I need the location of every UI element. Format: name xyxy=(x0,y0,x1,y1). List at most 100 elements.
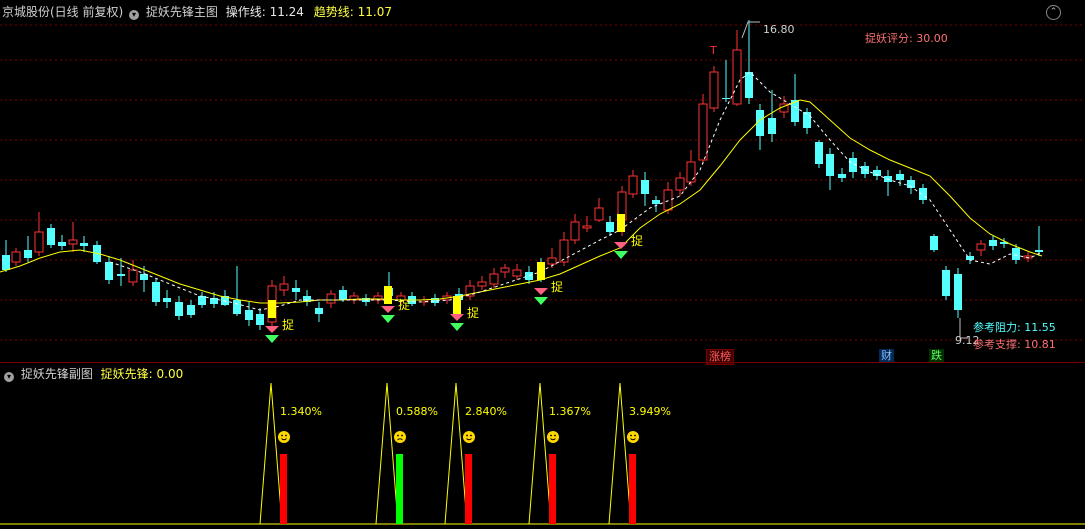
candle[interactable] xyxy=(431,294,439,306)
tag-drop[interactable]: 跌 xyxy=(929,349,944,363)
candle[interactable] xyxy=(989,236,997,250)
candle[interactable] xyxy=(606,216,614,236)
candle[interactable] xyxy=(791,74,799,126)
candle[interactable] xyxy=(686,150,696,186)
candle[interactable] xyxy=(732,30,742,106)
candle[interactable] xyxy=(163,290,171,308)
candle[interactable] xyxy=(465,280,475,300)
sub-signal[interactable]: 1.340% xyxy=(259,382,322,525)
high-pointer xyxy=(741,21,760,39)
main-chart: 捉捉捉捉捉 16.80 T 9.12 捉妖评分: 30.00 参考阻力: 11.… xyxy=(0,20,1085,351)
candle[interactable] xyxy=(24,236,32,262)
candle[interactable] xyxy=(68,222,78,252)
candle[interactable] xyxy=(745,20,753,104)
candle[interactable] xyxy=(919,184,927,204)
sub-signal[interactable]: 0.588% xyxy=(375,382,438,525)
candle[interactable] xyxy=(245,302,253,326)
candle[interactable] xyxy=(419,296,429,306)
candle[interactable] xyxy=(256,308,264,330)
sub-signal[interactable]: 1.367% xyxy=(528,382,591,525)
candle[interactable] xyxy=(768,90,776,142)
candle[interactable] xyxy=(315,302,323,322)
candle[interactable] xyxy=(34,212,44,256)
signal-label: 捉 xyxy=(551,279,563,294)
candle[interactable] xyxy=(279,276,289,296)
candle[interactable] xyxy=(976,240,986,256)
candle[interactable] xyxy=(547,248,557,268)
candle[interactable] xyxy=(58,235,66,250)
candle[interactable] xyxy=(907,176,915,194)
candle[interactable] xyxy=(292,280,300,300)
candle[interactable] xyxy=(233,266,241,316)
sub-bar xyxy=(396,454,403,524)
sad-face-icon xyxy=(394,431,406,443)
buy-signal[interactable]: 捉 xyxy=(614,214,643,259)
candle[interactable] xyxy=(198,292,206,308)
candle[interactable] xyxy=(303,290,311,306)
candle[interactable] xyxy=(803,108,811,134)
signal-label: 捉 xyxy=(282,317,294,332)
candle[interactable] xyxy=(930,234,938,252)
smiley-face-icon xyxy=(278,431,290,443)
signal-pct: 1.340% xyxy=(280,405,322,418)
candle[interactable] xyxy=(1035,226,1043,256)
candle[interactable] xyxy=(826,148,834,190)
candle[interactable] xyxy=(2,240,10,272)
candle[interactable] xyxy=(477,276,487,290)
candle[interactable] xyxy=(582,216,592,232)
signal-label: 捉 xyxy=(631,233,643,248)
signal-pct: 2.840% xyxy=(465,405,507,418)
candle[interactable] xyxy=(966,252,974,264)
sub-signal[interactable]: 3.949% xyxy=(608,382,671,525)
support-text: 参考支撑: 10.81 xyxy=(973,337,1056,351)
buy-signal[interactable]: 捉 xyxy=(381,286,410,323)
candle[interactable] xyxy=(942,266,950,300)
candle[interactable] xyxy=(663,182,673,214)
signal-pct: 0.588% xyxy=(396,405,438,418)
candle[interactable] xyxy=(326,290,336,308)
sub-bar xyxy=(549,454,556,524)
candle[interactable] xyxy=(722,60,730,102)
sub-chart: 1.340% 0.588% 2.840% 1.367% 3.949% xyxy=(0,382,1085,525)
candle[interactable] xyxy=(815,140,823,168)
candle[interactable] xyxy=(698,94,708,164)
candle[interactable] xyxy=(117,258,125,286)
candle[interactable] xyxy=(500,264,510,278)
candle[interactable] xyxy=(152,278,160,306)
candle[interactable] xyxy=(756,104,764,150)
sub-bar xyxy=(465,454,472,524)
candle[interactable] xyxy=(489,268,499,288)
candle[interactable] xyxy=(570,214,580,244)
candle[interactable] xyxy=(709,66,719,112)
candle[interactable] xyxy=(594,198,604,222)
candle[interactable] xyxy=(373,292,383,304)
smiley-face-icon xyxy=(463,431,475,443)
buy-signal[interactable]: 捉 xyxy=(534,262,563,305)
candle[interactable] xyxy=(954,268,962,318)
signal-label: 捉 xyxy=(398,297,410,312)
sub-signal[interactable]: 2.840% xyxy=(444,382,507,525)
resistance-text: 参考阻力: 11.55 xyxy=(973,320,1056,334)
buy-signal[interactable]: 捉 xyxy=(450,296,479,331)
score-text: 捉妖评分: 30.00 xyxy=(865,31,948,45)
candle[interactable] xyxy=(559,232,569,266)
candle[interactable] xyxy=(838,168,846,182)
candle[interactable] xyxy=(512,264,522,280)
candle[interactable] xyxy=(80,236,88,252)
tag-finance[interactable]: 财 xyxy=(879,349,894,363)
candle[interactable] xyxy=(47,224,55,248)
candle[interactable] xyxy=(187,300,195,318)
candle[interactable] xyxy=(896,170,904,186)
candle[interactable] xyxy=(884,170,892,196)
candle[interactable] xyxy=(11,248,21,266)
candle[interactable] xyxy=(628,170,638,198)
candle[interactable] xyxy=(641,172,649,206)
candle[interactable] xyxy=(652,196,660,212)
sub-bar xyxy=(629,454,636,524)
candle[interactable] xyxy=(873,166,881,180)
signal-pct: 1.367% xyxy=(549,405,591,418)
candle[interactable] xyxy=(349,292,359,304)
signal-label: 捉 xyxy=(467,305,479,320)
signal-pct: 3.949% xyxy=(629,405,671,418)
t-mark: T xyxy=(709,44,717,57)
